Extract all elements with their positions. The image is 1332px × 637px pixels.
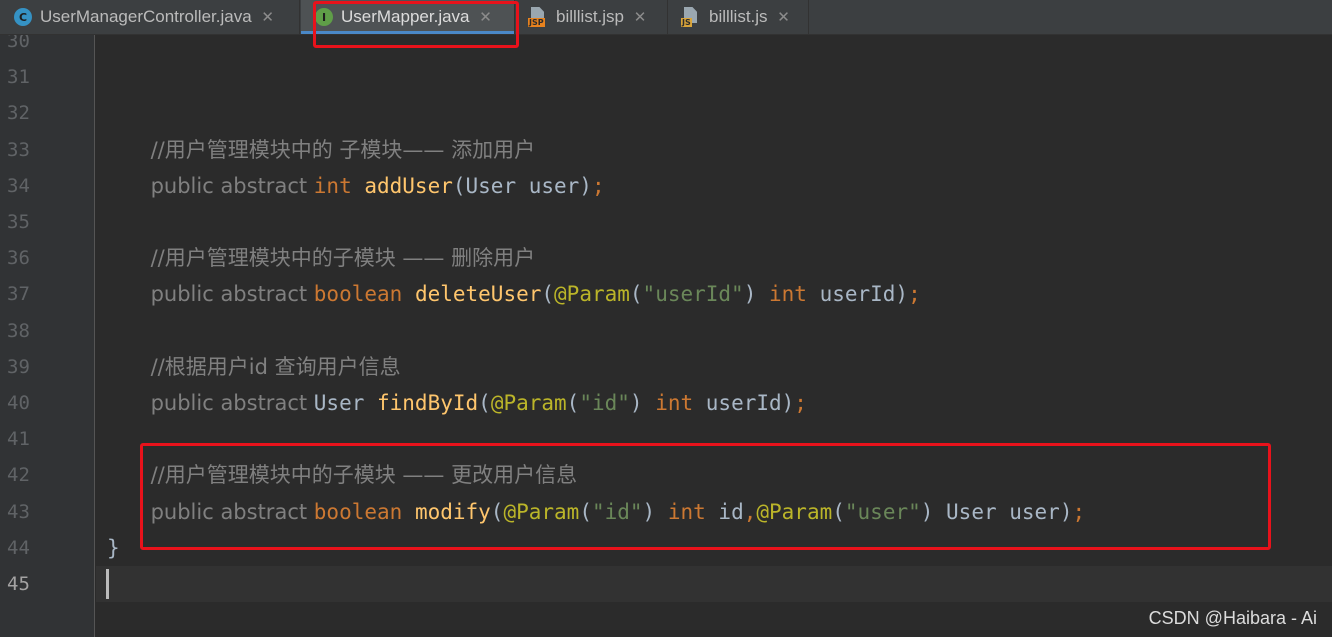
line-number: 32 [7,102,30,125]
tab-label: billlist.jsp [556,7,625,26]
line-number: 44 [7,536,30,559]
editor-tab-bar: C UserManagerController.java ✕ I UserMap… [0,0,1332,35]
code-token: } [107,535,120,560]
line-number: 42 [7,464,30,487]
code-token: int [655,391,706,415]
line-number: 35 [7,211,30,233]
code-token: public abstract [150,173,314,198]
line-number: 45 [7,573,30,595]
close-icon[interactable]: ✕ [776,8,792,26]
code-token: //用户管理模块中的 子模块—— 添加用户 [150,137,536,162]
code-token: ( [629,282,643,307]
current-line-highlight [96,566,1332,602]
code-token: deleteUser [414,282,542,307]
close-icon[interactable]: ✕ [632,8,648,26]
code-token: ( [478,391,491,415]
code-token: ; [794,391,807,415]
code-token: userId) [819,282,909,307]
code-token: //根据用户id 查询用户信息 [150,354,401,379]
js-file-icon: JS [681,7,701,27]
code-token: //用户管理模块中的子模块 —— 删除用户 [150,246,536,271]
code-line: } [107,530,120,566]
code-token: @Param [554,282,630,307]
line-number: 36 [7,247,30,270]
code-token: ; [908,282,921,307]
code-line: //用户管理模块中的子模块 —— 删除用户 [100,240,536,276]
line-number: 37 [7,283,30,306]
code-token: public abstract [150,282,314,307]
code-token: User [313,391,377,415]
line-number-gutter[interactable]: 30 31 32 33 34 35 36 37 38 39 40 41 42 43 44 45 [0,35,95,637]
line-number: 39 [7,355,30,378]
line-number: 40 [7,392,30,414]
tab-billlist-jsp[interactable]: JSP billlist.jsp ✕ [516,0,668,34]
code-line: public abstract boolean deleteUser(@Para… [100,276,921,312]
watermark: CSDN @Haibara - Ai [1148,608,1317,628]
code-line: //用户管理模块中的 子模块—— 添加用户 [100,132,536,168]
code-token: userId) [705,391,795,415]
code-token: @Param [490,391,567,415]
code-token: ( [566,391,580,415]
line-number: 43 [7,500,30,523]
code-line: //根据用户id 查询用户信息 [100,349,401,385]
close-icon[interactable]: ✕ [260,8,276,26]
code-token: ) [629,391,656,415]
code-token: "userId" [642,282,744,307]
tab-label: UserManagerController.java [40,7,252,26]
code-line: public abstract User findById(@Param("id… [100,385,807,421]
active-tab-highlight-box [313,1,519,48]
code-highlight-box [140,443,1271,550]
tab-user-manager-controller[interactable]: C UserManagerController.java ✕ [0,0,300,34]
code-token: boolean [313,282,415,307]
line-number: 38 [7,319,30,342]
code-token: addUser [364,173,453,198]
code-line: public abstract int addUser(User user); [100,168,605,204]
code-token: int [769,282,820,307]
code-token: ; [591,173,605,198]
tab-label: billlist.js [709,7,768,26]
code-token: "id" [579,391,630,415]
line-number: 30 [7,35,30,52]
class-icon: C [14,8,32,26]
line-number: 33 [7,138,30,161]
code-token: findById [377,391,479,415]
code-token: ( [541,282,555,307]
code-token: int [313,173,365,198]
code-token: (User user) [452,173,592,198]
line-number: 31 [7,66,30,89]
text-caret [106,569,109,599]
jsp-file-icon: JSP [528,7,548,27]
line-number: 34 [7,174,30,197]
line-number: 41 [7,428,30,451]
tab-billlist-js[interactable]: JS billlist.js ✕ [669,0,809,34]
code-token: public abstract [150,391,314,415]
code-token: ) [743,282,769,307]
